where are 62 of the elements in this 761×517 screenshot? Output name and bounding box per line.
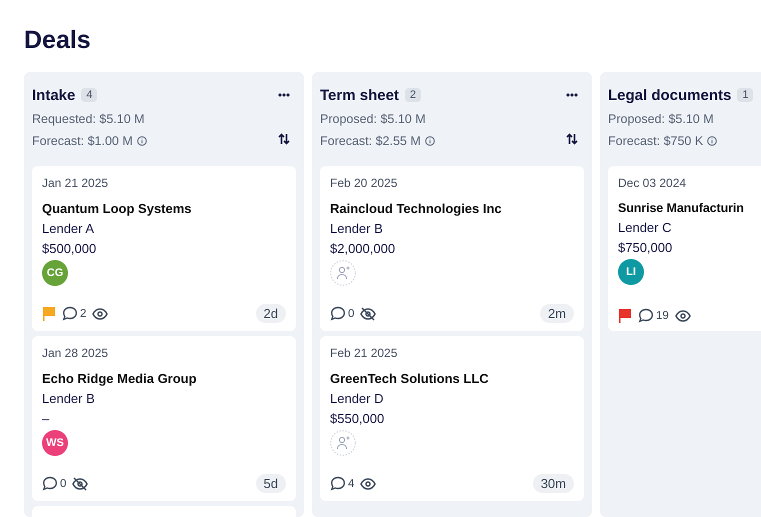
company-name: GreenTech Solutions LLC xyxy=(330,371,490,386)
company-name: Echo Ridge Media Group xyxy=(42,371,198,386)
comment-count: 19 xyxy=(656,310,669,322)
comment-count: 0 xyxy=(348,308,354,320)
count-badge: 1 xyxy=(737,88,754,102)
company-name: Sunrise Manufacturin xyxy=(618,201,745,215)
forecast-text: Forecast: $1.00 M xyxy=(32,134,133,148)
column-summary: Requested: $5.10 M xyxy=(32,110,146,128)
count-badge: 4 xyxy=(81,88,98,102)
deal-amount: $750,000 xyxy=(618,240,674,255)
deal-amount: $550,000 xyxy=(330,411,386,426)
count-badge: 2 xyxy=(404,88,422,102)
deal-date: Feb 20 2025 xyxy=(330,176,398,192)
forecast-text: Forecast: $2.55 M xyxy=(320,134,421,148)
column-summary: Proposed: $5.10 M xyxy=(320,110,427,128)
deal-date: Jan 21 2025 xyxy=(42,176,110,192)
more-icon[interactable] xyxy=(278,93,290,97)
deal-amount: $2,000,000 xyxy=(330,241,396,256)
info-icon xyxy=(707,136,718,146)
column-title: Term sheet xyxy=(320,86,399,104)
column-title: Intake xyxy=(32,86,76,104)
more-icon[interactable] xyxy=(566,93,578,97)
sort-icon[interactable] xyxy=(566,133,578,145)
age-badge: 2m xyxy=(540,304,574,323)
deal-card[interactable]: Feb 20 2025 Raincloud Technologies Inc Lender B $2,000,000 0 2m xyxy=(320,166,584,331)
deal-card[interactable]: Dec 03 2024 Sunrise Manufacturin Lender C $750,000 LI 19 xyxy=(608,166,761,331)
column-title: Legal documents xyxy=(608,86,732,104)
comment-icon xyxy=(330,476,346,491)
sort-icon[interactable] xyxy=(278,133,290,145)
column-summary: Proposed: $5.10 M xyxy=(608,110,715,128)
comment-count: 4 xyxy=(348,478,354,490)
avatar[interactable]: WS xyxy=(42,430,68,456)
forecast-text: Forecast: $750 K xyxy=(608,134,704,148)
deal-card[interactable]: Jan 28 2025 Echo Ridge Media Group Lender B – WS 0 5d xyxy=(32,336,296,501)
company-name: Quantum Loop Systems xyxy=(42,201,193,216)
lender-name: Lender D xyxy=(330,391,384,406)
info-icon xyxy=(424,136,435,146)
deal-date: Feb 21 2025 xyxy=(330,346,398,362)
add-person-icon[interactable] xyxy=(330,260,356,286)
lender-name: Lender C xyxy=(618,220,672,235)
deal-date: Dec 03 2024 xyxy=(618,176,688,192)
comment-icon xyxy=(638,308,654,323)
deal-amount: $500,000 xyxy=(42,241,98,256)
deal-date: Jan 28 2025 xyxy=(42,346,110,362)
lender-name: Lender A xyxy=(42,221,96,236)
info-icon xyxy=(136,136,147,146)
lender-name: Lender B xyxy=(330,221,384,236)
comment-icon xyxy=(330,306,346,321)
flag-icon[interactable] xyxy=(619,309,631,323)
age-badge: 2d xyxy=(256,304,286,323)
comment-count: 2 xyxy=(80,308,86,320)
company-name: Raincloud Technologies Inc xyxy=(330,201,503,216)
age-badge: 30m xyxy=(532,474,574,493)
deal-card[interactable]: Feb 21 2025 GreenTech Solutions LLC Lender D $550,000 4 30m xyxy=(320,336,584,501)
comment-icon xyxy=(62,306,78,321)
page-title: Deals xyxy=(24,25,92,56)
comment-count: 0 xyxy=(60,478,66,490)
deal-amount: – xyxy=(42,411,50,426)
comment-icon xyxy=(42,476,58,491)
lender-name: Lender B xyxy=(42,391,96,406)
age-badge: 5d xyxy=(256,474,286,493)
add-person-icon[interactable] xyxy=(330,430,356,456)
